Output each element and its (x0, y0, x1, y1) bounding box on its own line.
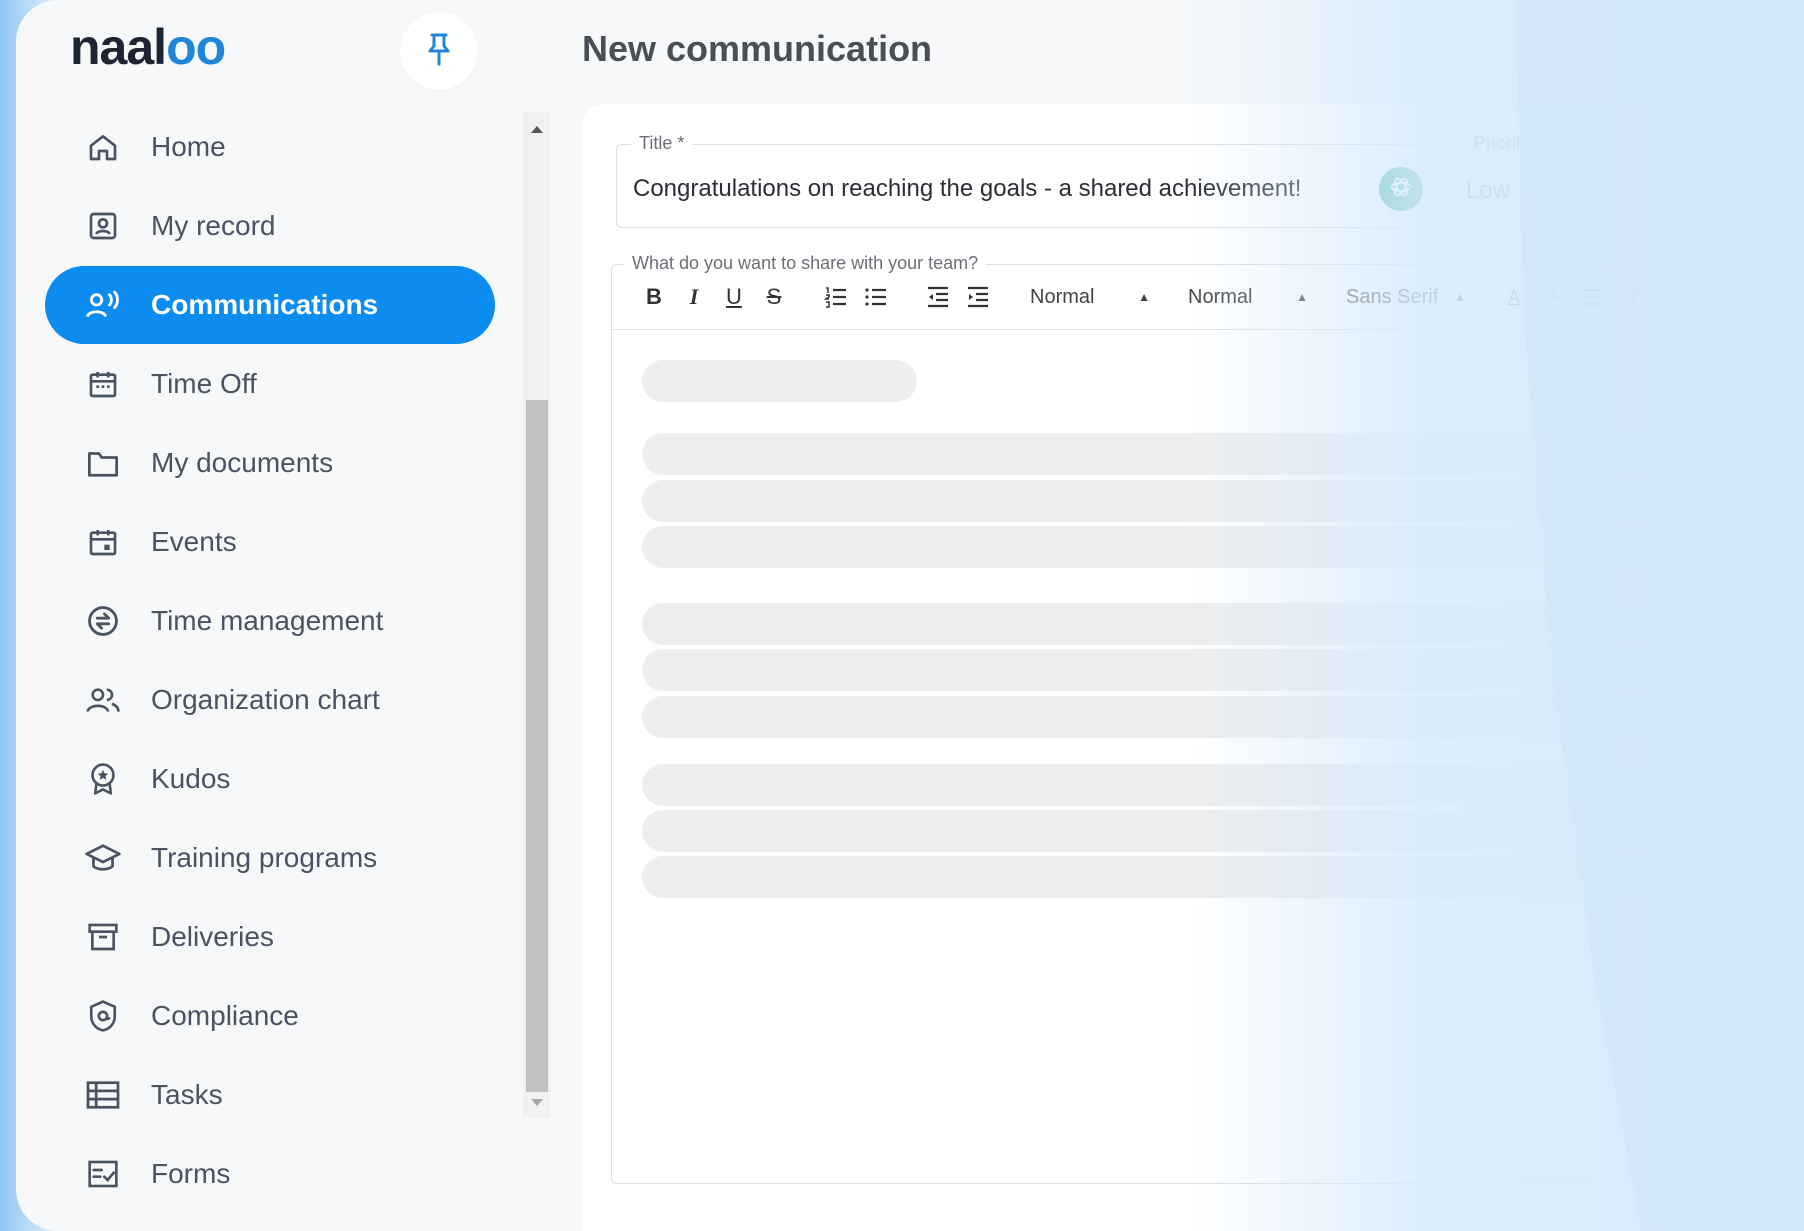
sidebar-nav: Home My record Communications Time Off M… (45, 108, 495, 1214)
app-window: naaloo Home My record Communications Tim… (16, 0, 1804, 1231)
sidebar-item-time-off[interactable]: Time Off (45, 345, 495, 423)
sidebar-item-label: Deliveries (151, 921, 274, 952)
award-icon (85, 761, 121, 797)
editor-toolbar: B I U S Normal ▲ Normal ▲ Sans Serif ▲ A A … (612, 265, 1804, 330)
sidebar-item-label: Kudos (151, 763, 231, 794)
sidebar-item-label: Time Off (151, 368, 257, 399)
scrollbar-thumb[interactable] (526, 400, 548, 1092)
sidebar-item-label: Training programs (151, 842, 378, 873)
skeleton-line (642, 526, 1804, 568)
italic-button[interactable]: I (674, 277, 714, 317)
archive-box-icon (85, 919, 121, 955)
clock-exchange-icon (85, 603, 121, 639)
calendar-icon (85, 366, 121, 402)
sidebar-item-time-management[interactable]: Time management (45, 582, 495, 660)
id-card-icon (85, 208, 121, 244)
sidebar-item-my-record[interactable]: My record (45, 187, 495, 265)
calendar-event-icon (85, 524, 121, 560)
font-select[interactable]: Sans Serif ▲ (1336, 286, 1466, 309)
message-editor[interactable]: What do you want to share with your team… (611, 253, 1804, 1184)
people-icon (85, 682, 121, 718)
outdent-icon[interactable] (918, 277, 958, 317)
skeleton-line (642, 764, 1804, 806)
form-check-icon (85, 1156, 121, 1192)
strikethrough-button[interactable]: S (754, 277, 794, 317)
sidebar-item-training-programs[interactable]: Training programs (45, 819, 495, 897)
skeleton-line (642, 360, 917, 402)
select-arrows-icon: ▲ (1454, 290, 1466, 304)
sidebar-item-forms[interactable]: Forms (45, 1135, 495, 1213)
size-select[interactable]: Normal ▲ (1178, 286, 1308, 309)
title-label: Title * (631, 133, 693, 154)
sidebar-item-label: Compliance (151, 1000, 299, 1031)
bullet-list-icon[interactable] (856, 277, 896, 317)
sidebar-item-kudos[interactable]: Kudos (45, 740, 495, 818)
openai-icon (1387, 173, 1415, 206)
ordered-list-icon[interactable] (816, 277, 856, 317)
speaking-person-icon (85, 287, 121, 323)
align-icon[interactable] (1574, 277, 1614, 317)
scroll-down-arrow-icon[interactable] (531, 1099, 543, 1106)
ai-assist-button[interactable] (1379, 167, 1423, 211)
sidebar-item-label: Time management (151, 605, 384, 636)
skeleton-line (642, 856, 1804, 898)
page-title: New communication (582, 28, 933, 69)
underline-button[interactable]: U (714, 277, 754, 317)
pin-sidebar-button[interactable] (400, 12, 478, 90)
skeleton-line (642, 433, 1804, 475)
sidebar-item-label: Organization chart (151, 684, 380, 715)
select-arrows-icon: ▲ (1138, 290, 1150, 304)
text-color-icon[interactable]: A (1494, 277, 1534, 317)
sidebar-item-label: My record (151, 210, 276, 241)
priority-select[interactable]: Priority Low (1451, 133, 1804, 228)
bold-button[interactable]: B (634, 277, 674, 317)
sidebar-item-label: My documents (151, 447, 334, 478)
table-list-icon (85, 1077, 121, 1113)
skeleton-line (642, 649, 1804, 691)
skeleton-line (642, 810, 1804, 852)
sidebar-item-communications[interactable]: Communications (45, 266, 495, 344)
folder-icon (85, 445, 121, 481)
skeleton-line (642, 480, 1804, 522)
title-field[interactable]: Title * Congratulations on reaching the … (616, 133, 1438, 228)
background-color-icon[interactable]: A (1544, 287, 1564, 307)
priority-label: Priority (1466, 133, 1539, 154)
title-input[interactable]: Congratulations on reaching the goals - … (633, 175, 1301, 203)
header-select[interactable]: Normal ▲ (1020, 286, 1150, 309)
sidebar-scrollbar[interactable] (523, 112, 551, 1118)
sidebar-item-label: Forms (151, 1158, 231, 1189)
naaloo-logo[interactable]: naaloo (70, 19, 226, 75)
skeleton-line (642, 696, 1804, 738)
sidebar-item-label: Tasks (151, 1079, 223, 1110)
sidebar-item-label: Home (151, 131, 226, 162)
sidebar-item-label: Events (151, 526, 237, 557)
skeleton-line (642, 603, 1804, 645)
select-arrows-icon: ▲ (1296, 290, 1308, 304)
clear-format-icon[interactable]: T (1614, 277, 1654, 317)
pin-icon (426, 32, 452, 71)
sidebar-item-organization-chart[interactable]: Organization chart (45, 661, 495, 739)
communication-form-card: Title * Congratulations on reaching the … (582, 104, 1804, 1231)
sidebar-item-my-documents[interactable]: My documents (45, 424, 495, 502)
graduation-cap-icon (85, 840, 121, 876)
sidebar-item-tasks[interactable]: Tasks (45, 1056, 495, 1134)
sidebar-item-home[interactable]: Home (45, 108, 495, 186)
shield-icon (85, 998, 121, 1034)
home-icon (85, 129, 121, 165)
indent-icon[interactable] (958, 277, 998, 317)
sidebar-item-compliance[interactable]: Compliance (45, 977, 495, 1055)
scroll-up-arrow-icon[interactable] (531, 126, 543, 133)
sidebar-item-label: Communications (151, 289, 379, 320)
sidebar-item-events[interactable]: Events (45, 503, 495, 581)
sidebar-item-deliveries[interactable]: Deliveries (45, 898, 495, 976)
priority-value: Low (1466, 177, 1511, 204)
